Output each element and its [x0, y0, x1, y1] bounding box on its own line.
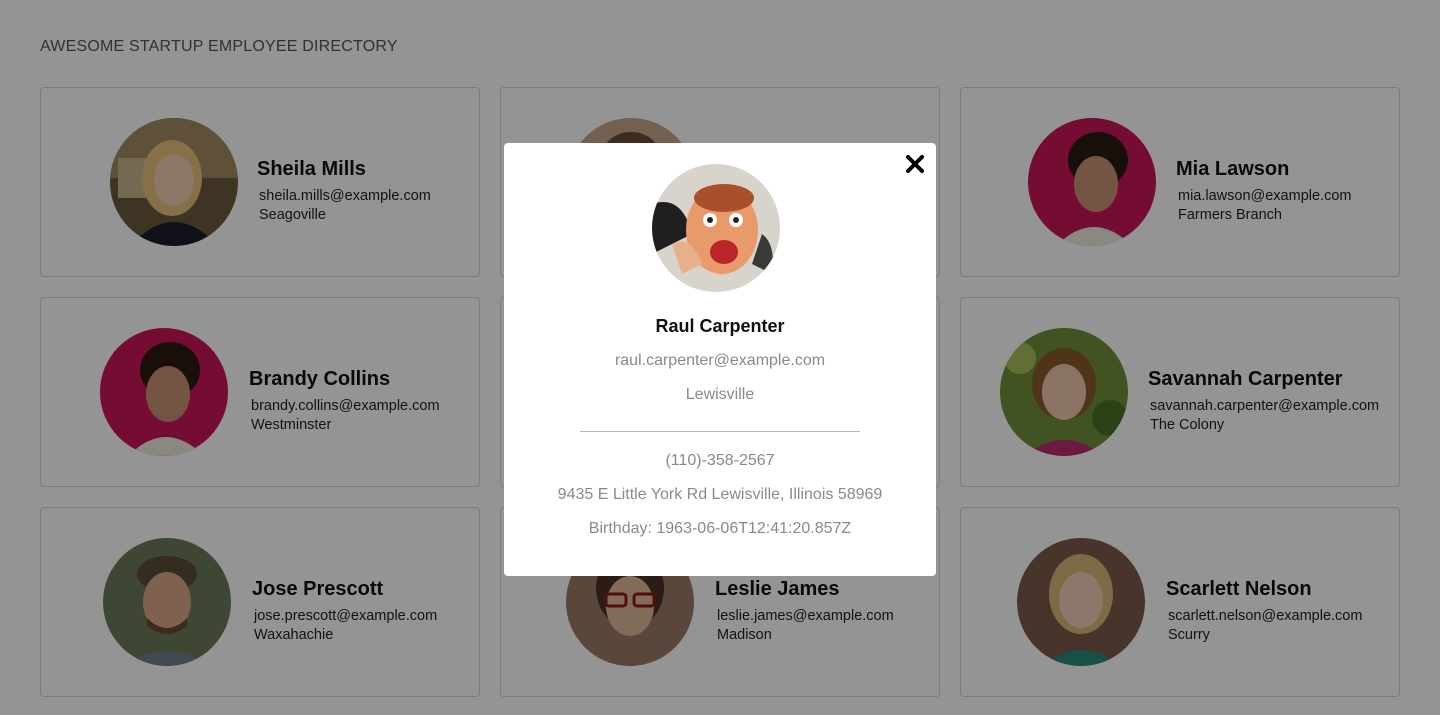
modal-divider	[580, 431, 860, 432]
modal-phone: (110)-358-2567	[665, 452, 775, 469]
modal-address: 9435 E Little York Rd Lewisville, Illino…	[557, 486, 883, 503]
employee-detail-modal: Raul Carpenter raul.carpenter@example.co…	[504, 143, 936, 576]
modal-name: Raul Carpenter	[655, 316, 785, 336]
modal-email: raul.carpenter@example.com	[614, 352, 826, 369]
modal-city: Lewisville	[685, 386, 755, 403]
close-icon[interactable]	[904, 153, 926, 175]
employee-directory-page: AWESOME STARTUP EMPLOYEE DIRECTORY Sheil…	[0, 0, 1440, 715]
modal-avatar	[652, 164, 780, 292]
modal-birthday: Birthday: 1963-06-06T12:41:20.857Z	[588, 520, 852, 537]
